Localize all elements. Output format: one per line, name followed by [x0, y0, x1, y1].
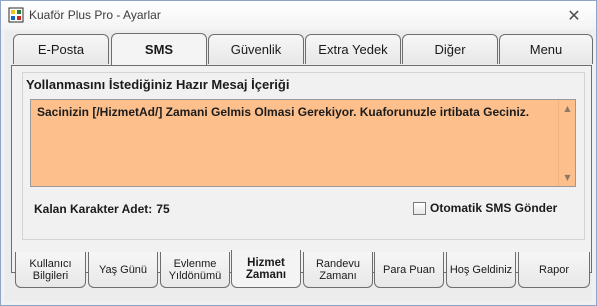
tab-diger[interactable]: Diğer	[402, 34, 498, 64]
close-icon: ✕	[567, 5, 581, 25]
sms-panel: Yollanmasını İstediğiniz Hazır Mesaj İçe…	[11, 65, 592, 273]
tab-kullanici-bilgileri[interactable]: Kullanıcı Bilgileri	[15, 252, 86, 288]
scroll-down-icon[interactable]: ▼	[559, 169, 576, 186]
tab-e-posta[interactable]: E-Posta	[13, 34, 109, 64]
message-text: Sacinizin [/HizmetAd/] Zamani Gelmis Olm…	[37, 105, 530, 119]
vertical-scrollbar[interactable]: ▲ ▼	[558, 100, 575, 186]
window-title: Kuaför Plus Pro - Ayarlar	[29, 8, 161, 22]
auto-sms-checkbox[interactable]	[413, 201, 426, 215]
tab-yas-gunu[interactable]: Yaş Günü	[88, 252, 158, 288]
auto-sms-option[interactable]: Otomatik SMS Gönder	[413, 201, 557, 215]
auto-sms-label: Otomatik SMS Gönder	[430, 201, 558, 215]
top-tab-strip: E-Posta SMS Güvenlik Extra Yedek Diğer M…	[13, 33, 594, 66]
client-area: E-Posta SMS Güvenlik Extra Yedek Diğer M…	[5, 31, 595, 301]
title-bar: Kuaför Plus Pro - Ayarlar ✕	[1, 1, 596, 29]
message-textarea[interactable]: Sacinizin [/HizmetAd/] Zamani Gelmis Olm…	[30, 99, 576, 187]
tab-sms[interactable]: SMS	[111, 33, 207, 65]
tab-extra-yedek[interactable]: Extra Yedek	[305, 34, 401, 64]
tab-para-puan[interactable]: Para Puan	[374, 252, 444, 288]
tab-hizmet-zamani[interactable]: Hizmet Zamanı	[231, 250, 301, 288]
settings-window: Kuaför Plus Pro - Ayarlar ✕ E-Posta SMS …	[0, 0, 597, 306]
group-title: Yollanmasını İstediğiniz Hazır Mesaj İçe…	[24, 77, 292, 92]
scroll-up-icon[interactable]: ▲	[559, 100, 576, 117]
tab-guvenlik[interactable]: Güvenlik	[208, 34, 304, 64]
remaining-value: 75	[156, 202, 170, 216]
close-button[interactable]: ✕	[556, 5, 592, 25]
tab-menu[interactable]: Menu	[499, 34, 593, 64]
remaining-characters: Kalan Karakter Adet: 75	[34, 202, 170, 216]
tab-rapor[interactable]: Rapor	[518, 252, 590, 288]
app-icon	[8, 7, 24, 23]
remaining-label: Kalan Karakter Adet:	[34, 202, 153, 216]
tab-hos-geldiniz[interactable]: Hoş Geldiniz	[446, 252, 516, 288]
bottom-tab-strip: Kullanıcı Bilgileri Yaş Günü Evlenme Yıl…	[15, 250, 595, 300]
tab-evlenme-yildonumu[interactable]: Evlenme Yıldönümü	[160, 252, 230, 288]
tab-randevu-zamani[interactable]: Randevu Zamanı	[303, 252, 373, 288]
